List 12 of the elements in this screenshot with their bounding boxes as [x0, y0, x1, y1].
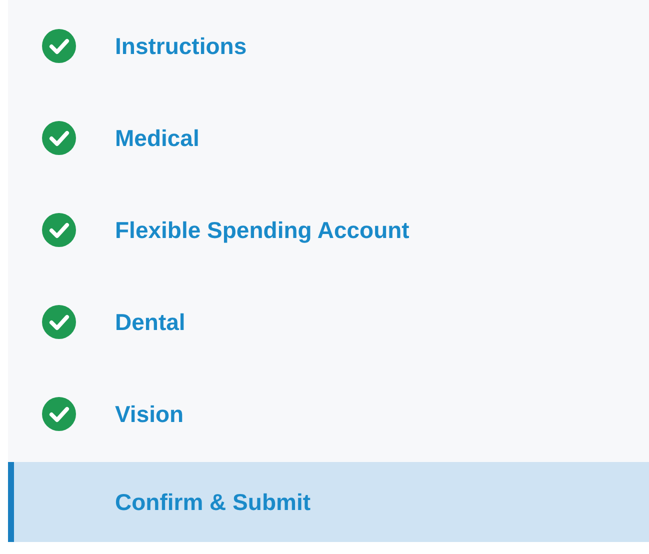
step-item[interactable]: Flexible Spending Account: [8, 184, 649, 276]
step-label: Confirm & Submit: [115, 488, 310, 517]
step-item[interactable]: Medical: [8, 92, 649, 184]
step-label: Flexible Spending Account: [115, 216, 410, 245]
step-item[interactable]: Dental: [8, 276, 649, 368]
step-item[interactable]: Confirm & Submit: [8, 462, 649, 542]
step-label: Medical: [115, 124, 200, 153]
step-label: Vision: [115, 400, 184, 429]
step-item[interactable]: Vision: [8, 368, 649, 460]
step-label: Dental: [115, 308, 186, 337]
step-item[interactable]: Instructions: [8, 0, 649, 92]
step-label: Instructions: [115, 32, 247, 61]
